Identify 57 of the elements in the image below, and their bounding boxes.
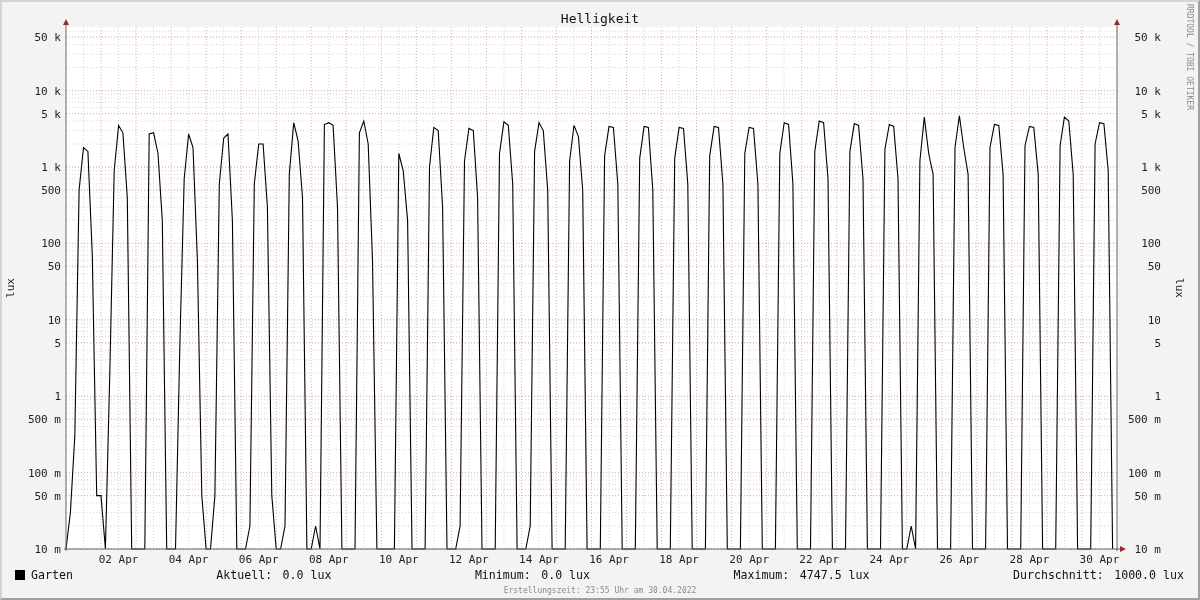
y-tick-label: 500 — [1141, 184, 1161, 197]
y-tick-label: 5 k — [1141, 107, 1161, 121]
x-tick-label: 22 Apr — [799, 553, 840, 566]
y-tick-label: 50 k — [1134, 31, 1161, 45]
y-tick-label: 10 m — [1134, 543, 1161, 556]
y-tick-label: 1 — [1154, 390, 1161, 404]
y-tick-label: 1 k — [1141, 161, 1161, 174]
y-tick-label: 100 m — [27, 466, 61, 480]
x-tick-label: 24 Apr — [869, 553, 910, 566]
y-tick-label: 50 — [1147, 260, 1161, 274]
signature-text: RRDTOOL / TOBI OETIKER — [1185, 4, 1194, 110]
y-tick-label: 5 — [1154, 336, 1161, 350]
y-tick-label: 50 m — [1134, 489, 1161, 503]
stat-value: 4747.5 lux — [799, 568, 870, 582]
stat-label: Aktuell: — [216, 568, 273, 582]
x-tick-label: 30 Apr — [1079, 553, 1120, 566]
y-tick-label: 500 — [41, 184, 61, 197]
y-axis-label: lux — [4, 278, 17, 298]
y-axis-label: lux — [1173, 278, 1186, 298]
creation-time-text: Erstellungszeit: 23:55 Uhr am 30.04.2022 — [503, 586, 697, 595]
y-tick-label: 50 — [47, 260, 61, 274]
y-tick-label: 50 k — [34, 31, 61, 45]
x-tick-label: 02 Apr — [98, 553, 139, 566]
x-tick-label: 06 Apr — [238, 553, 279, 566]
y-tick-label: 500 m — [27, 413, 61, 427]
x-tick-label: 26 Apr — [939, 553, 980, 566]
stat-value: 1000.0 lux — [1114, 568, 1184, 582]
legend-label: Garten — [31, 568, 73, 582]
x-tick-label: 20 Apr — [729, 553, 770, 566]
y-tick-label: 5 k — [41, 107, 61, 121]
y-tick-label: 100 m — [1127, 466, 1161, 480]
y-tick-label: 10 m — [34, 543, 61, 556]
y-tick-label: 10 k — [34, 84, 61, 98]
stat-value: 0.0 lux — [541, 568, 591, 582]
y-tick-label: 1 — [54, 390, 61, 404]
y-tick-label: 10 — [47, 313, 61, 327]
y-tick-label: 1 k — [41, 161, 61, 174]
x-tick-label: 14 Apr — [519, 553, 559, 566]
x-tick-label: 12 Apr — [449, 553, 489, 566]
x-tick-label: 10 Apr — [378, 553, 419, 566]
stat-label: Minimum: — [474, 568, 531, 582]
stat-value: 0.0 lux — [282, 568, 332, 582]
y-tick-label: 500 m — [1127, 413, 1161, 427]
y-tick-label: 50 m — [34, 489, 61, 503]
stat-label: Durchschnitt: — [1013, 568, 1104, 582]
y-tick-label: 5 — [54, 336, 61, 350]
y-tick-label: 10 k — [1134, 84, 1161, 98]
x-tick-label: 18 Apr — [659, 553, 699, 566]
y-tick-label: 100 — [1141, 237, 1161, 251]
stat-label: Maximum: — [733, 568, 790, 582]
y-tick-label: 100 — [41, 237, 61, 251]
x-tick-label: 16 Apr — [589, 553, 629, 566]
x-tick-label: 28 Apr — [1009, 553, 1050, 566]
chart-title: Helligkeit — [560, 11, 640, 26]
y-tick-label: 10 — [1147, 313, 1161, 327]
x-tick-label: 04 Apr — [168, 553, 209, 566]
x-tick-label: 08 Apr — [308, 553, 349, 566]
